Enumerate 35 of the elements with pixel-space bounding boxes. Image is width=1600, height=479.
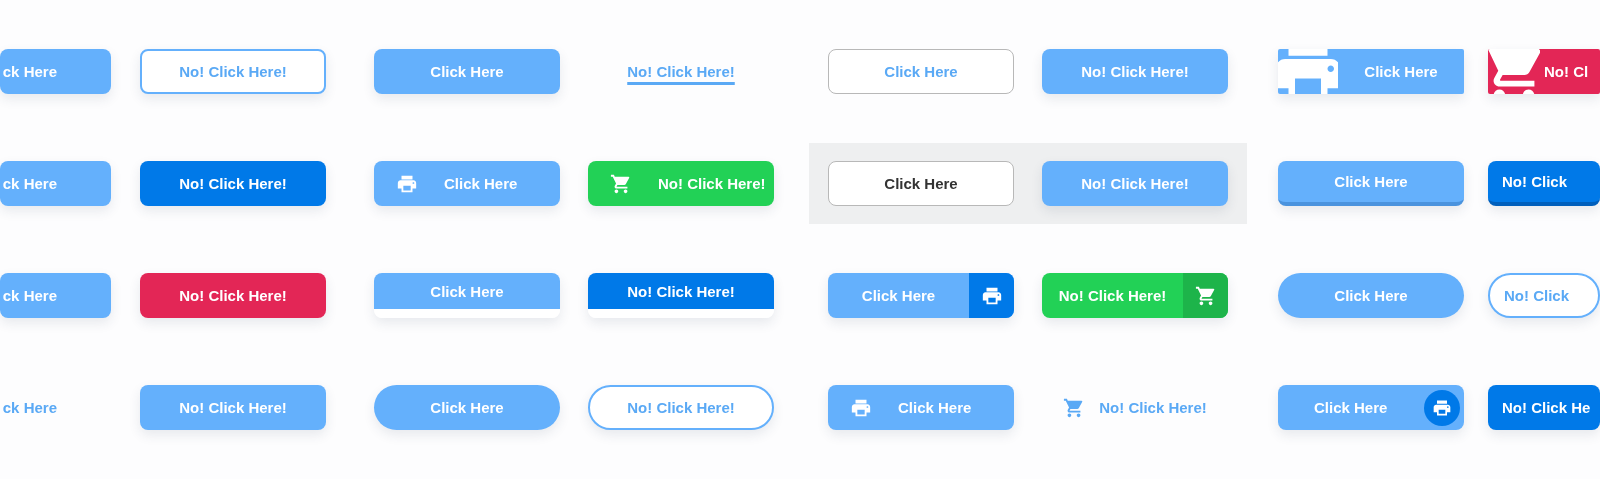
click-here-button[interactable]: No! Click: [1488, 161, 1600, 206]
click-here-button[interactable]: No! Click Here!: [140, 273, 326, 318]
click-here-button[interactable]: No! Click Here!: [588, 161, 774, 206]
click-here-button[interactable]: Click Here: [374, 385, 560, 430]
click-here-button[interactable]: Click Here: [1278, 49, 1464, 94]
click-here-button[interactable]: No! Click Here!: [588, 385, 774, 430]
click-here-button[interactable]: Click Here: [828, 161, 1014, 206]
click-here-button[interactable]: Click Here: [828, 385, 1014, 430]
click-here-button[interactable]: Click Here: [374, 161, 560, 206]
click-here-button[interactable]: Click Here: [374, 49, 560, 94]
click-here-button[interactable]: Click Here: [828, 273, 1014, 318]
click-here-button[interactable]: No! Click Here!: [140, 385, 326, 430]
click-here-button[interactable]: Click Here: [1278, 385, 1464, 430]
printer-icon: [1424, 389, 1460, 426]
click-here-button[interactable]: No! Click Here!: [140, 49, 326, 94]
click-here-button[interactable]: No! Click Here!: [588, 49, 774, 94]
click-here-button[interactable]: Click Here: [1278, 273, 1464, 318]
click-here-button[interactable]: ck Here: [0, 273, 111, 318]
click-here-button[interactable]: Click Here: [828, 49, 1014, 94]
click-here-button[interactable]: No! Click Here!: [1042, 385, 1228, 430]
cart-icon: [610, 172, 632, 195]
click-here-button[interactable]: No! Cl: [1488, 49, 1600, 94]
cart-icon: [1194, 284, 1217, 307]
click-here-button[interactable]: No! Click Here!: [140, 161, 326, 206]
click-here-button[interactable]: No! Click Here!: [1042, 49, 1228, 94]
click-here-button[interactable]: ck Here: [0, 385, 111, 430]
click-here-button[interactable]: ck Here: [0, 161, 111, 206]
click-here-button[interactable]: No! Click Here!: [1042, 161, 1228, 206]
click-here-button[interactable]: No! Click Here!: [588, 273, 774, 318]
click-here-button[interactable]: Click Here: [374, 273, 560, 318]
click-here-button[interactable]: No! Click He: [1488, 385, 1600, 430]
click-here-button[interactable]: ck Here: [0, 49, 111, 94]
click-here-button[interactable]: No! Click Here!: [1042, 273, 1228, 318]
click-here-button[interactable]: No! Click: [1488, 273, 1600, 318]
click-here-button[interactable]: Click Here: [1278, 161, 1464, 206]
